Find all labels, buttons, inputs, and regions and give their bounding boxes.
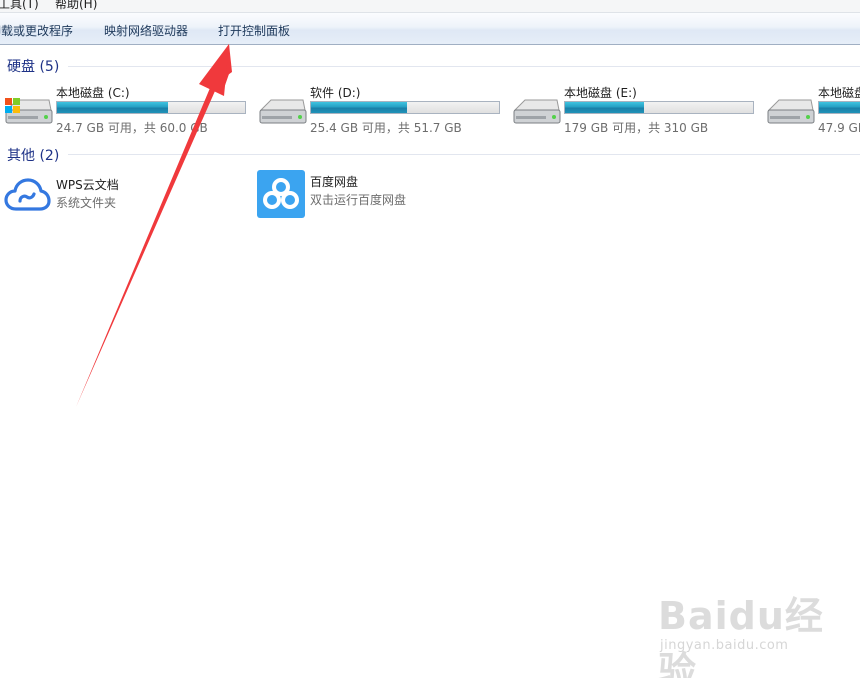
drive-space-info: 24.7 GB 可用，共 60.0 GB	[56, 121, 208, 135]
drive-d[interactable]: 软件 (D:) 25.4 GB 可用，共 51.7 GB	[257, 84, 511, 135]
watermark-logo: Baidu经验	[658, 594, 824, 678]
baidu-netdisk-item[interactable]: 百度网盘 双击运行百度网盘	[257, 170, 511, 220]
drive-usage-fill	[565, 102, 644, 113]
windows-drive-icon	[5, 98, 53, 124]
group-header-other[interactable]: 其他 (2)	[7, 145, 59, 165]
group-divider	[68, 154, 860, 155]
drive-usage-bar	[818, 101, 860, 114]
map-network-drive-button[interactable]: 映射网络驱动器	[104, 22, 188, 39]
drive-usage-bar	[56, 101, 246, 114]
item-subtitle: 系统文件夹	[56, 196, 117, 210]
item-subtitle: 双击运行百度网盘	[310, 193, 407, 207]
group-header-drives[interactable]: 硬盘 (5)	[7, 56, 59, 76]
baidu-netdisk-icon	[257, 170, 305, 218]
computer-window: 工具(T) 帮助(H) 卸载或更改程序 映射网络驱动器 打开控制面板 硬盘 (5…	[0, 0, 860, 678]
drive-usage-fill	[57, 102, 168, 113]
drive-f[interactable]: 本地磁盘 (F:) 47.9 GB 可用	[765, 84, 860, 135]
baidu-jingyan-watermark: Baidu经验 jingyan.baidu.com	[658, 585, 858, 678]
drive-usage-fill	[819, 102, 860, 113]
drive-e[interactable]: 本地磁盘 (E:) 179 GB 可用，共 310 GB	[511, 84, 765, 135]
drive-space-info: 179 GB 可用，共 310 GB	[564, 121, 709, 135]
wps-cloud-docs-item[interactable]: WPS云文档 系统文件夹	[3, 173, 257, 223]
drive-usage-fill	[311, 102, 407, 113]
open-control-panel-button[interactable]: 打开控制面板	[218, 22, 290, 39]
drive-usage-bar	[310, 101, 500, 114]
drive-usage-bar	[564, 101, 754, 114]
hard-drive-icon	[259, 99, 307, 124]
uninstall-program-button[interactable]: 卸载或更改程序	[0, 22, 73, 39]
watermark-url: jingyan.baidu.com	[660, 638, 789, 653]
drive-name: 软件 (D:)	[310, 86, 361, 100]
cloud-icon	[4, 178, 51, 211]
group-divider	[68, 66, 860, 67]
menu-bar: 工具(T) 帮助(H)	[0, 0, 860, 13]
drive-c[interactable]: 本地磁盘 (C:) 24.7 GB 可用，共 60.0 GB	[3, 84, 257, 135]
menu-help[interactable]: 帮助(H)	[55, 0, 97, 12]
menu-tools[interactable]: 工具(T)	[0, 0, 39, 12]
drive-name: 本地磁盘 (F:)	[818, 86, 860, 100]
drive-name: 本地磁盘 (E:)	[564, 86, 637, 100]
drive-space-info: 47.9 GB 可用	[818, 121, 860, 135]
item-name: 百度网盘	[310, 175, 359, 189]
hard-drive-icon	[767, 99, 815, 124]
drive-space-info: 25.4 GB 可用，共 51.7 GB	[310, 121, 462, 135]
hard-drive-icon	[513, 99, 561, 124]
drive-name: 本地磁盘 (C:)	[56, 86, 130, 100]
item-name: WPS云文档	[56, 178, 119, 192]
command-bar: 卸载或更改程序 映射网络驱动器 打开控制面板	[0, 13, 860, 45]
